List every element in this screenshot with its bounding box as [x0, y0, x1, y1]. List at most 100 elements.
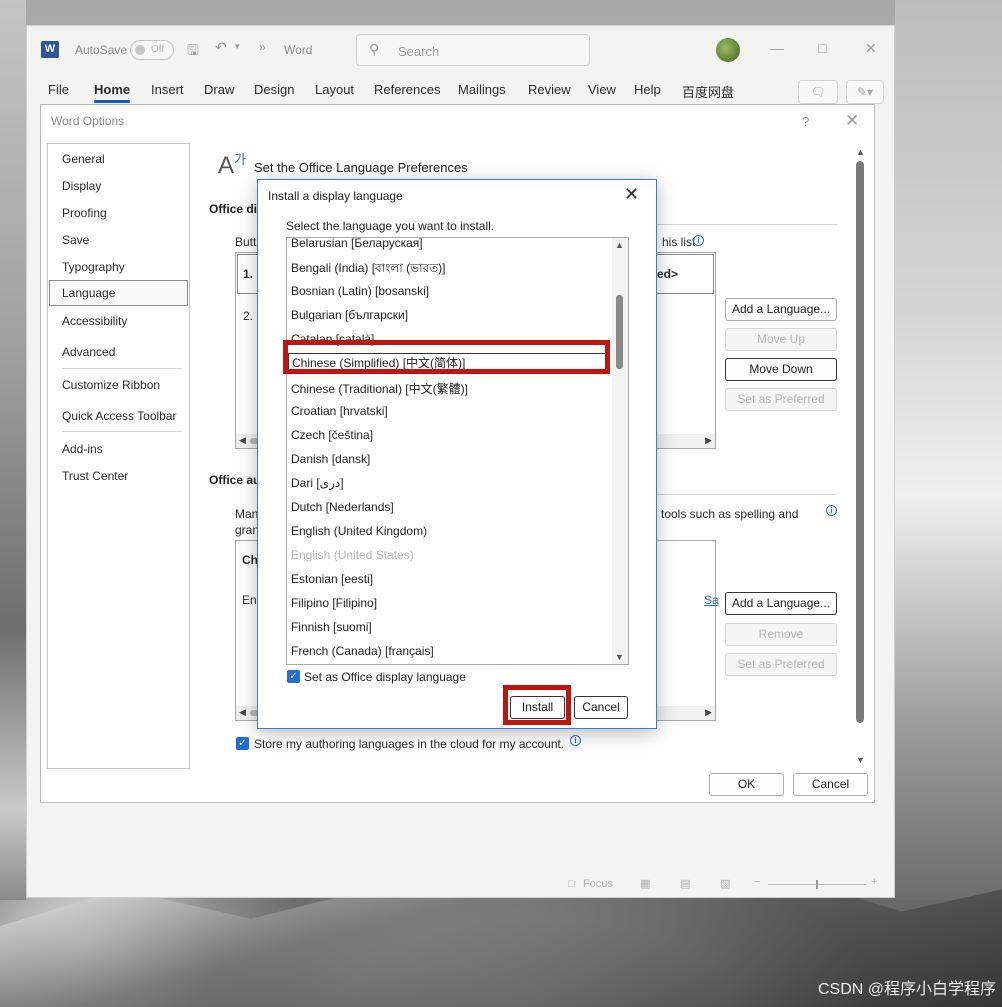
nav-advanced[interactable]: Advanced [62, 345, 115, 359]
tab-help[interactable]: Help [634, 82, 661, 97]
nav-add-ins[interactable]: Add-ins [62, 442, 103, 456]
minimize-icon[interactable]: — [770, 40, 784, 56]
scroll-right-icon[interactable]: ▶ [705, 435, 712, 446]
remove-button[interactable]: Remove [725, 623, 837, 646]
nav-language[interactable]: Language [49, 280, 188, 306]
options-vertical-scrollbar[interactable]: ▲ ▼ [853, 145, 869, 769]
list-item[interactable]: Czech [čeština] [291, 428, 373, 442]
list-item[interactable]: Croatian [hrvatski] [291, 404, 388, 418]
focus-label[interactable]: Focus [583, 878, 613, 890]
list-item[interactable]: Bengali (India) [বাংলা (ভারত)] [291, 260, 445, 280]
list-item[interactable]: Estonian [eesti] [291, 572, 373, 586]
tab-insert[interactable]: Insert [151, 82, 184, 97]
info-icon[interactable]: i [826, 505, 837, 516]
close-icon[interactable]: ✕ [845, 111, 859, 131]
language-list[interactable]: Belarusian [Беларуская] Bengali (India) … [286, 237, 629, 665]
list-item[interactable]: Chinese (Traditional) [中文(繁體)] [291, 380, 468, 397]
read-mode-icon[interactable]: ▦ [640, 877, 650, 890]
tab-mailings[interactable]: Mailings [458, 82, 506, 97]
set-display-preferred-button[interactable]: Set as Preferred [725, 388, 837, 411]
close-icon[interactable]: ✕ [624, 184, 639, 205]
tab-file[interactable]: File [48, 82, 69, 97]
autosave-toggle[interactable]: Off [130, 40, 174, 60]
scroll-down-icon[interactable]: ▼ [615, 652, 624, 662]
scroll-right-icon[interactable]: ▶ [705, 707, 712, 718]
tab-layout[interactable]: Layout [315, 82, 354, 97]
list-item[interactable]: English (United Kingdom) [291, 524, 427, 538]
scroll-left-icon[interactable]: ◀ [239, 435, 246, 446]
list-item[interactable]: Bulgarian [български] [291, 308, 408, 322]
add-authoring-language-button[interactable]: Add a Language... [725, 592, 837, 615]
comments-button[interactable]: 🗨 [798, 80, 838, 104]
scroll-down-icon[interactable]: ▼ [856, 755, 865, 765]
authoring-row-link[interactable]: Sa [704, 593, 719, 607]
language-list-scrollbar[interactable]: ▲ ▼ [612, 238, 628, 664]
help-icon[interactable]: ? [802, 114, 809, 129]
list-item[interactable]: Belarusian [Беларуская] [291, 238, 423, 250]
set-authoring-preferred-button[interactable]: Set as Preferred [725, 653, 837, 676]
search-placeholder: Search [398, 44, 440, 59]
print-layout-icon[interactable]: ▤ [680, 877, 690, 890]
nav-quick-access-toolbar[interactable]: Quick Access Toolbar [62, 409, 177, 423]
ok-button[interactable]: OK [709, 773, 784, 796]
editing-button[interactable]: ✎▾ [846, 80, 884, 104]
zoom-slider-thumb[interactable] [816, 880, 818, 889]
search-box[interactable]: ⚲ Search [356, 34, 590, 66]
list-item[interactable]: Filipino [Filipino] [291, 596, 377, 610]
options-cancel-button[interactable]: Cancel [793, 773, 868, 796]
add-display-language-button[interactable]: Add a Language... [725, 298, 837, 321]
maximize-icon[interactable]: □ [818, 40, 826, 56]
web-layout-icon[interactable]: ▧ [720, 877, 730, 890]
undo-icon[interactable]: ↶ [215, 39, 227, 56]
search-icon: ⚲ [369, 41, 380, 57]
set-display-language-checkbox[interactable]: ✓ [287, 670, 300, 683]
set-display-language-label: Set as Office display language [304, 670, 466, 684]
scroll-up-icon[interactable]: ▲ [856, 147, 865, 157]
zoom-out-icon[interactable]: − [754, 876, 760, 888]
tab-design[interactable]: Design [254, 82, 294, 97]
info-icon[interactable]: i [570, 735, 581, 746]
page-title: Set the Office Language Preferences [254, 160, 468, 175]
scrollbar-thumb[interactable] [856, 161, 864, 723]
autosave-state: Off [151, 44, 165, 55]
avatar[interactable] [716, 38, 740, 62]
focus-icon[interactable]: □ [568, 878, 575, 890]
options-title: Word Options [51, 114, 125, 128]
nav-save[interactable]: Save [62, 233, 89, 247]
nav-proofing[interactable]: Proofing [62, 206, 107, 220]
nav-typography[interactable]: Typography [62, 260, 125, 274]
info-icon[interactable]: i [693, 235, 704, 246]
list-item[interactable]: Dutch [Nederlands] [291, 500, 394, 514]
nav-accessibility[interactable]: Accessibility [62, 314, 127, 328]
tab-view[interactable]: View [588, 82, 616, 97]
nav-customize-ribbon[interactable]: Customize Ribbon [62, 378, 160, 392]
display-list-row-1: 1. [243, 267, 254, 281]
list-item-disabled: English (United States) [291, 548, 414, 562]
list-item[interactable]: Danish [dansk] [291, 452, 370, 466]
cloud-checkbox[interactable]: ✓ [236, 737, 249, 750]
options-nav: General Display Proofing Save Typography… [47, 143, 190, 769]
list-item[interactable]: French (Canada) [français] [291, 644, 434, 658]
more-commands-icon[interactable]: » [259, 40, 266, 54]
scrollbar-thumb[interactable] [616, 295, 623, 369]
tab-references[interactable]: References [374, 82, 440, 97]
tab-baidu-netdisk[interactable]: 百度网盘 [682, 82, 734, 101]
tab-draw[interactable]: Draw [204, 82, 234, 97]
list-item[interactable]: Dari [دری] [291, 476, 344, 490]
undo-dropdown-icon[interactable]: ▾ [235, 41, 240, 52]
nav-display[interactable]: Display [62, 179, 101, 193]
list-item[interactable]: Bosnian (Latin) [bosanski] [291, 284, 429, 298]
scroll-up-icon[interactable]: ▲ [615, 240, 624, 250]
install-cancel-button[interactable]: Cancel [574, 696, 628, 719]
list-item[interactable]: Finnish [suomi] [291, 620, 372, 634]
scroll-left-icon[interactable]: ◀ [239, 707, 246, 718]
move-up-button[interactable]: Move Up [725, 328, 837, 351]
tab-home[interactable]: Home [94, 82, 131, 103]
close-window-icon[interactable]: ✕ [865, 40, 877, 57]
nav-trust-center[interactable]: Trust Center [62, 469, 128, 483]
tab-review[interactable]: Review [528, 82, 571, 97]
move-down-button[interactable]: Move Down [725, 358, 837, 381]
zoom-in-icon[interactable]: + [871, 876, 877, 888]
save-icon[interactable]: 🖫 [187, 40, 199, 64]
nav-general[interactable]: General [62, 152, 105, 166]
